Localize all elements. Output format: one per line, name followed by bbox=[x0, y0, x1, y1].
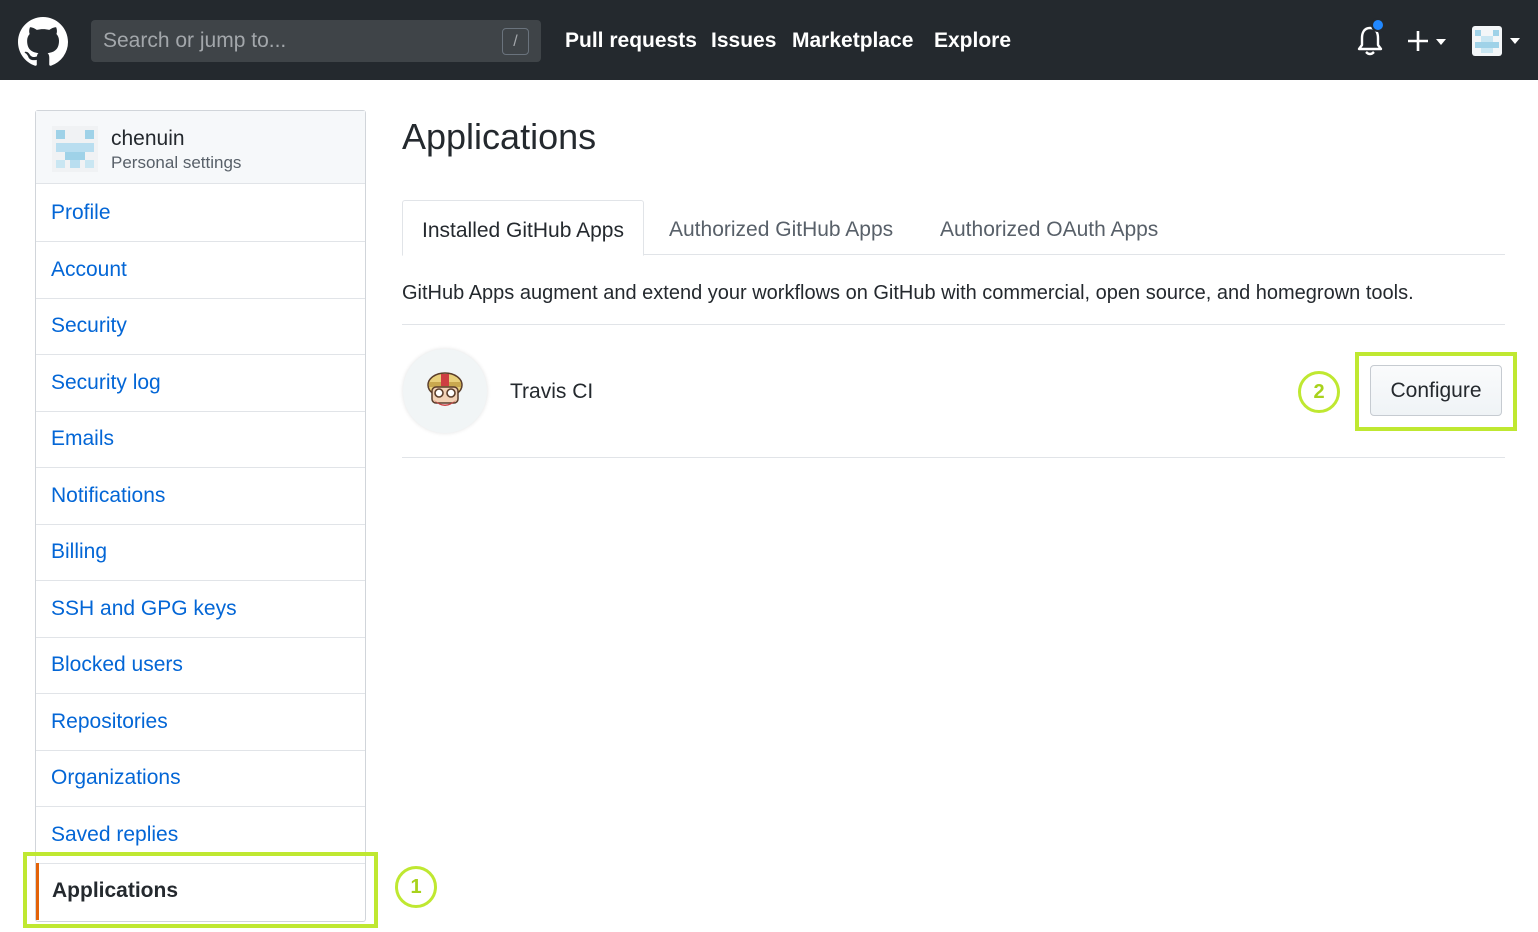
page-title: Applications bbox=[402, 116, 597, 157]
tab-installed-github-apps[interactable]: Installed GitHub Apps bbox=[402, 200, 644, 256]
apps-description: GitHub Apps augment and extend your work… bbox=[402, 282, 1414, 304]
shortcut-hint: / bbox=[502, 28, 529, 55]
nav-marketplace[interactable]: Marketplace bbox=[792, 27, 913, 55]
step-1-marker: 1 bbox=[395, 866, 437, 908]
sidebar-item-blocked-users[interactable]: Blocked users bbox=[36, 637, 365, 694]
sidebar-item-repositories[interactable]: Repositories bbox=[36, 694, 365, 751]
github-logo-icon[interactable] bbox=[18, 17, 68, 67]
user-avatar bbox=[52, 126, 98, 172]
sidebar-item-billing[interactable]: Billing bbox=[36, 524, 365, 581]
top-header: / Pull requests Issues Marketplace Explo… bbox=[0, 0, 1538, 80]
sidebar-item-account[interactable]: Account bbox=[36, 242, 365, 299]
sidebar-item-ssh-gpg-keys[interactable]: SSH and GPG keys bbox=[36, 581, 365, 638]
nav-pull-requests[interactable]: Pull requests bbox=[565, 27, 697, 55]
notification-dot bbox=[1371, 18, 1385, 32]
sidebar-item-notifications[interactable]: Notifications bbox=[36, 468, 365, 525]
sidebar-subtitle: Personal settings bbox=[111, 153, 242, 172]
travis-mascot-icon bbox=[427, 372, 463, 406]
sidebar-item-security-log[interactable]: Security log bbox=[36, 355, 365, 412]
settings-sidebar: chenuin Personal settings Profile Accoun… bbox=[35, 110, 366, 922]
configure-button[interactable]: Configure bbox=[1370, 365, 1502, 416]
nav-explore[interactable]: Explore bbox=[934, 27, 1011, 55]
sidebar-item-security[interactable]: Security bbox=[36, 298, 365, 355]
search-input[interactable] bbox=[91, 20, 541, 62]
app-name: Travis CI bbox=[510, 380, 594, 403]
travis-ci-logo bbox=[403, 349, 487, 433]
step-2-marker: 2 bbox=[1298, 371, 1340, 413]
search-box[interactable]: / bbox=[91, 20, 541, 62]
avatar[interactable] bbox=[1470, 24, 1526, 58]
sidebar-header: chenuin Personal settings bbox=[36, 111, 365, 184]
divider bbox=[402, 457, 1505, 458]
tab-authorized-github-apps[interactable]: Authorized GitHub Apps bbox=[650, 200, 912, 255]
sidebar-username: chenuin bbox=[111, 127, 185, 150]
nav-issues[interactable]: Issues bbox=[711, 27, 776, 55]
divider bbox=[402, 324, 1505, 325]
caret-down-icon bbox=[1436, 39, 1446, 45]
sidebar-item-emails[interactable]: Emails bbox=[36, 411, 365, 468]
highlight-box-applications bbox=[23, 852, 378, 928]
tab-authorized-oauth-apps[interactable]: Authorized OAuth Apps bbox=[921, 200, 1177, 255]
sidebar-item-profile[interactable]: Profile bbox=[36, 185, 365, 242]
sidebar-item-organizations[interactable]: Organizations bbox=[36, 750, 365, 807]
plus-icon[interactable] bbox=[1404, 26, 1454, 56]
